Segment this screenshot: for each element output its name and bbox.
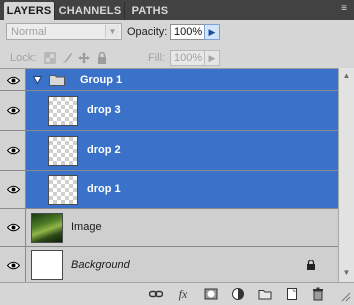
layer-row-drop-1[interactable]: drop 1 [0,171,338,209]
visibility-toggle[interactable] [0,131,26,170]
tab-paths[interactable]: PATHS [126,2,174,20]
tab-layers[interactable]: LAYERS [4,2,55,20]
layer-thumbnail [48,136,78,166]
layer-row-background[interactable]: Background [0,247,338,283]
visibility-toggle[interactable] [0,209,26,246]
eye-icon[interactable] [7,185,20,194]
layer-name: Group 1 [80,74,123,86]
eye-icon[interactable] [7,76,20,85]
layers-list: Group 1 drop 3 drop 2 drop 1 Image Backg… [0,68,338,283]
fill-label: Fill: [148,52,166,64]
visibility-toggle[interactable] [0,171,26,208]
visibility-toggle[interactable] [0,247,26,283]
adjustment-layer-icon[interactable] [231,287,245,301]
new-layer-icon[interactable] [285,287,299,301]
layer-row-image[interactable]: Image [0,209,338,247]
eye-icon[interactable] [7,106,20,115]
layer-name: drop 2 [87,144,121,156]
panel-body: Normal ▼ Opacity: 100% ▶ Lock: Fill: 100… [0,20,354,305]
tab-channels[interactable]: CHANNELS [56,2,125,20]
lock-paint-icon[interactable] [61,52,73,64]
layer-name: drop 3 [87,104,121,116]
panel-tab-bar: LAYERS CHANNELS PATHS ≡ [0,0,354,20]
folder-icon [49,73,65,89]
layer-thumbnail [48,175,78,205]
visibility-toggle[interactable] [0,69,26,90]
visibility-toggle[interactable] [0,91,26,130]
layer-row-drop-2[interactable]: drop 2 [0,131,338,171]
lock-label: Lock: [10,52,37,64]
delete-icon[interactable] [311,287,325,301]
link-layers-icon[interactable] [148,287,164,301]
layer-name: drop 1 [87,183,121,195]
lock-move-icon[interactable] [78,52,90,64]
blend-mode-value: Normal [11,26,47,38]
add-mask-icon[interactable] [204,287,218,301]
blend-mode-select[interactable]: Normal ▼ [6,23,122,40]
scroll-up-icon[interactable]: ▲ [341,70,352,81]
layer-row-group-1[interactable]: Group 1 [0,69,338,91]
eye-icon[interactable] [7,223,20,232]
layers-scrollbar[interactable]: ▲ ▼ [338,68,354,282]
lock-all-icon[interactable] [96,51,108,64]
lock-transparency-icon[interactable] [44,52,56,64]
new-group-icon[interactable] [258,287,272,301]
layer-row-drop-3[interactable]: drop 3 [0,91,338,131]
panel-footer-toolbar: fx [0,282,354,305]
lock-fill-row: Lock: Fill: 100% ▶ [0,47,354,69]
eye-icon[interactable] [7,146,20,155]
fx-icon[interactable]: fx [176,287,190,301]
opacity-label: Opacity: [127,26,168,38]
layer-lock-icon [306,259,316,270]
panel-menu-icon[interactable]: ≡ [338,3,350,15]
fill-slider-arrow-icon[interactable]: ▶ [204,50,220,66]
scroll-down-icon[interactable]: ▼ [341,267,352,278]
layers-panel: LAYERS CHANNELS PATHS ≡ Normal ▼ Opacity… [0,0,354,305]
layer-thumbnail [31,213,63,243]
layer-name: Background [71,259,130,271]
chevron-down-icon[interactable]: ▼ [105,25,119,38]
resize-grip-icon[interactable] [341,292,351,305]
layer-name: Image [71,221,102,233]
blend-opacity-row: Normal ▼ Opacity: 100% ▶ [0,20,354,46]
layer-thumbnail [48,96,78,126]
opacity-slider-arrow-icon[interactable]: ▶ [204,24,220,40]
eye-icon[interactable] [7,261,20,270]
layer-thumbnail [31,250,63,280]
expand-group-icon[interactable] [32,75,43,87]
